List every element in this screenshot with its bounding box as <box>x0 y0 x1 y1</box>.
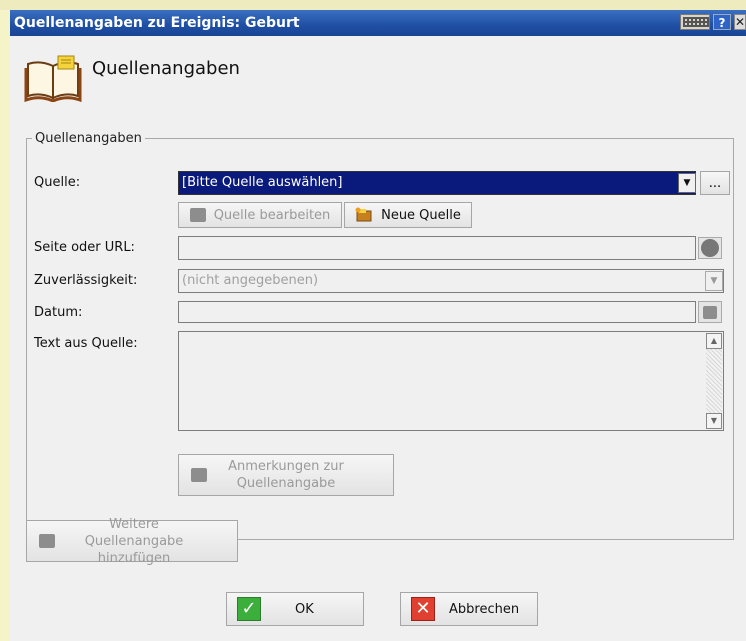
browse-label: ... <box>708 175 722 191</box>
desktop-strip <box>0 0 746 10</box>
source-notes-button[interactable]: Anmerkungen zur Quellenangabe <box>178 454 394 496</box>
titlebar-controls: ? ✕ <box>680 14 746 32</box>
date-label: Datum: <box>34 305 83 320</box>
scrollbar-track[interactable] <box>706 349 722 413</box>
reliability-value: (nicht angegebenen) <box>182 273 319 288</box>
new-source-icon <box>355 207 372 222</box>
source-label: Quelle: <box>34 175 81 190</box>
edit-source-button[interactable]: Quelle bearbeiten <box>178 202 342 228</box>
browse-source-button[interactable]: ... <box>700 171 730 195</box>
new-source-label: Neue Quelle <box>381 207 461 223</box>
keyboard-icon[interactable] <box>680 14 710 30</box>
add-more-source-button[interactable]: Weitere Quellenangabe hinzufügen <box>26 517 238 566</box>
ok-button[interactable]: ✓ OK <box>226 592 364 626</box>
notes-icon <box>191 468 207 482</box>
open-url-button[interactable] <box>698 237 722 259</box>
edit-source-label: Quelle bearbeiten <box>213 207 331 223</box>
dialog-body: Quellenangaben Quellenangaben Quelle: [B… <box>10 36 746 641</box>
help-icon[interactable]: ? <box>713 14 731 30</box>
source-select[interactable]: [Bitte Quelle auswählen] <box>178 171 696 195</box>
page-title: Quellenangaben <box>92 58 240 79</box>
cancel-icon: ✕ <box>411 597 435 621</box>
new-source-button[interactable]: Neue Quelle <box>344 202 472 228</box>
close-icon[interactable]: ✕ <box>734 14 746 30</box>
date-picker-button[interactable] <box>698 301 722 323</box>
cancel-button[interactable]: ✕ Abbrechen <box>400 592 538 626</box>
notes-button-label: Anmerkungen zur Quellenangabe <box>228 459 344 491</box>
scroll-down-icon[interactable]: ▼ <box>706 413 722 429</box>
edit-icon <box>189 208 206 222</box>
reliability-label: Zuverlässigkeit: <box>34 273 138 288</box>
source-text-label: Text aus Quelle: <box>34 336 138 351</box>
add-more-label: Weitere Quellenangabe hinzufügen <box>84 516 184 566</box>
calendar-icon <box>703 305 717 319</box>
scroll-up-icon[interactable]: ▲ <box>706 333 722 349</box>
reliability-chevron-icon[interactable]: ▼ <box>705 271 723 291</box>
globe-icon <box>701 239 719 257</box>
book-icon <box>24 55 82 102</box>
page-label: Seite oder URL: <box>34 240 135 255</box>
page-url-input[interactable] <box>178 236 696 260</box>
cancel-label: Abbrechen <box>449 601 520 617</box>
reliability-select[interactable]: (nicht angegebenen) <box>178 269 724 293</box>
source-select-value: [Bitte Quelle auswählen] <box>182 175 343 190</box>
ok-label: OK <box>295 601 314 617</box>
chevron-down-icon[interactable]: ▼ <box>678 173 696 193</box>
checkmark-icon: ✓ <box>237 597 261 621</box>
groupbox-legend: Quellenangaben <box>32 131 145 146</box>
source-text-area[interactable] <box>178 331 724 431</box>
add-source-icon <box>39 534 55 548</box>
window-titlebar[interactable]: Quellenangaben zu Ereignis: Geburt ? ✕ <box>10 10 746 36</box>
window-title: Quellenangaben zu Ereignis: Geburt <box>14 15 300 31</box>
date-input[interactable] <box>178 301 696 323</box>
